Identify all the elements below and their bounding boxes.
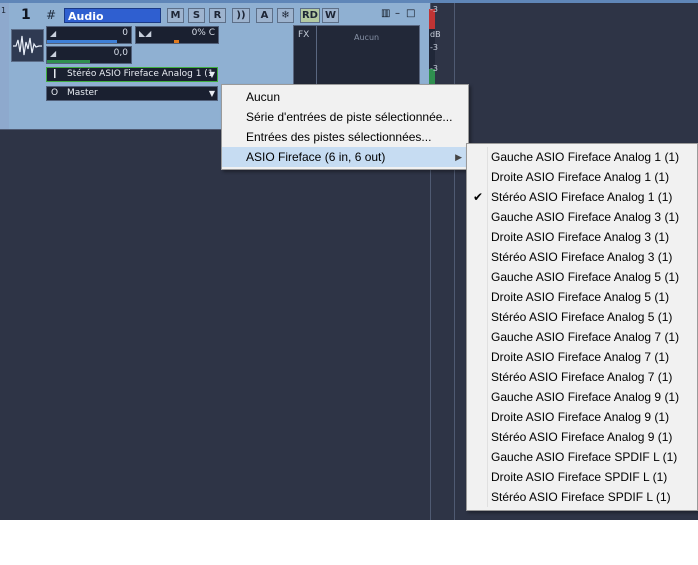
solo-button[interactable]: S [188,8,205,23]
volume-fill [47,40,117,43]
device-input-label: Stéréo ASIO Fireface SPDIF L (1) [491,490,671,504]
device-input-item[interactable]: Stéréo ASIO Fireface Analog 7 (1) [467,367,697,387]
device-input-label: Droite ASIO Fireface Analog 7 (1) [491,350,670,364]
track-gutter[interactable]: 1 [0,3,9,129]
device-input-label: Droite ASIO Fireface Analog 5 (1) [491,290,670,304]
device-input-item[interactable]: Gauche ASIO Fireface Analog 9 (1) [467,387,697,407]
read-button[interactable]: RD [300,8,320,23]
meter-scale-mark: -3 [430,43,438,52]
pan-marker [174,40,179,43]
menu-item-label: ASIO Fireface (6 in, 6 out) [246,150,386,164]
device-input-label: Droite ASIO Fireface SPDIF L (1) [491,470,668,484]
device-input-label: Stéréo ASIO Fireface Analog 1 (1) [491,190,673,204]
mute-button[interactable]: M [167,8,184,23]
gain-icon: ◢ [50,49,57,58]
device-input-item[interactable]: Gauche ASIO Fireface Analog 1 (1) [467,147,697,167]
menu-item-label: Aucun [246,90,281,104]
device-input-label: Gauche ASIO Fireface Analog 1 (1) [491,150,680,164]
menu-icon[interactable]: ▥ [381,8,390,19]
gain-value: 0,0 [113,48,128,58]
track-grid-icon[interactable]: # [46,8,56,22]
input-echo-button[interactable]: )) [232,8,250,23]
volume-value: 0 [122,28,128,38]
minimize-icon[interactable]: – [395,8,400,19]
record-arm-button[interactable]: R [209,8,226,23]
device-input-item[interactable]: Stéréo ASIO Fireface SPDIF L (1) [467,487,697,507]
maximize-icon[interactable]: □ [406,8,415,19]
dropdown-arrow-icon: ▼ [208,70,215,79]
device-input-item[interactable]: Droite ASIO Fireface Analog 9 (1) [467,407,697,427]
device-input-item[interactable]: Droite ASIO Fireface SPDIF L (1) [467,467,697,487]
device-input-label: Stéréo ASIO Fireface Analog 5 (1) [491,310,673,324]
fx-empty-label: Aucun [354,33,380,42]
dropdown-arrow-icon: ▼ [208,89,215,98]
device-input-item[interactable]: Gauche ASIO Fireface Analog 7 (1) [467,327,697,347]
device-input-item[interactable]: Gauche ASIO Fireface SPDIF L (1) [467,447,697,467]
pan-icon: ◣◢ [139,29,152,38]
gain-slider[interactable]: ◢ 0,0 [46,46,132,64]
device-input-label: Gauche ASIO Fireface Analog 9 (1) [491,390,680,404]
meter-scale-mark: -3 [430,5,438,14]
device-input-item[interactable]: Droite ASIO Fireface Analog 5 (1) [467,287,697,307]
pan-value: 0% C [191,28,215,38]
device-input-label: Stéréo ASIO Fireface Analog 9 (1) [491,430,673,444]
output-value: Master [67,88,98,98]
menu-item-none[interactable]: Aucun [222,87,468,107]
device-input-item[interactable]: ✔ Stéréo ASIO Fireface Analog 1 (1) [467,187,697,207]
menu-item-asio-fireface[interactable]: ASIO Fireface (6 in, 6 out) ▶ [222,147,468,167]
device-input-item[interactable]: Stéréo ASIO Fireface Analog 9 (1) [467,427,697,447]
output-selector[interactable]: O Master ▼ [46,86,218,101]
waveform-icon[interactable] [11,29,44,62]
menu-item-selected-track-input-series[interactable]: Série d'entrées de piste sélectionnée... [222,107,468,127]
track-name-field[interactable]: Audio [64,8,161,23]
output-icon: O [51,88,59,98]
device-input-label: Stéréo ASIO Fireface Analog 3 (1) [491,250,673,264]
volume-slider[interactable]: ◢ 0 [46,26,132,44]
menu-item-label: Série d'entrées de piste sélectionnée... [246,110,453,124]
volume-icon: ◢ [50,29,57,38]
write-button[interactable]: W [322,8,339,23]
meter-scale-mark: -3 [430,64,438,73]
input-icon: ❙ [51,69,59,79]
submenu-arrow-icon: ▶ [455,152,462,162]
track-number: 1 [21,7,31,23]
device-input-item[interactable]: Droite ASIO Fireface Analog 1 (1) [467,167,697,187]
fx-label: FX [298,30,310,40]
input-selector[interactable]: ❙ Stéréo ASIO Fireface Analog 1 (1 ▼ [46,67,218,82]
gain-fill [47,60,90,63]
device-input-item[interactable]: Gauche ASIO Fireface Analog 3 (1) [467,207,697,227]
device-input-label: Gauche ASIO Fireface Analog 5 (1) [491,270,680,284]
device-input-label: Gauche ASIO Fireface Analog 7 (1) [491,330,680,344]
menu-item-selected-tracks-inputs[interactable]: Entrées des pistes sélectionnées... [222,127,468,147]
device-input-label: Droite ASIO Fireface Analog 3 (1) [491,230,670,244]
pan-slider[interactable]: ◣◢ 0% C [135,26,219,44]
meter-scale-mark: dB [430,30,441,39]
clip-pane-divider [454,3,455,520]
device-input-label: Stéréo ASIO Fireface Analog 7 (1) [491,370,673,384]
device-input-item[interactable]: Gauche ASIO Fireface Analog 5 (1) [467,267,697,287]
device-input-item[interactable]: Droite ASIO Fireface Analog 3 (1) [467,227,697,247]
checkmark-icon: ✔ [473,190,484,204]
device-input-label: Droite ASIO Fireface Analog 1 (1) [491,170,670,184]
device-input-label: Gauche ASIO Fireface Analog 3 (1) [491,210,680,224]
device-input-label: Droite ASIO Fireface Analog 9 (1) [491,410,670,424]
automation-button[interactable]: A [256,8,273,23]
input-context-menu: Aucun Série d'entrées de piste sélection… [221,84,469,170]
meter-scale: -3 dB -3 -3 [430,4,450,74]
device-input-submenu: Gauche ASIO Fireface Analog 1 (1) Droite … [466,143,698,511]
input-value: Stéréo ASIO Fireface Analog 1 (1 [67,69,214,79]
device-input-label: Gauche ASIO Fireface SPDIF L (1) [491,450,678,464]
device-input-item[interactable]: Stéréo ASIO Fireface Analog 5 (1) [467,307,697,327]
menu-item-label: Entrées des pistes sélectionnées... [246,130,432,144]
freeze-button[interactable]: ❄ [277,8,294,23]
gutter-number: 1 [1,6,7,15]
device-input-item[interactable]: Droite ASIO Fireface Analog 7 (1) [467,347,697,367]
device-input-item[interactable]: Stéréo ASIO Fireface Analog 3 (1) [467,247,697,267]
